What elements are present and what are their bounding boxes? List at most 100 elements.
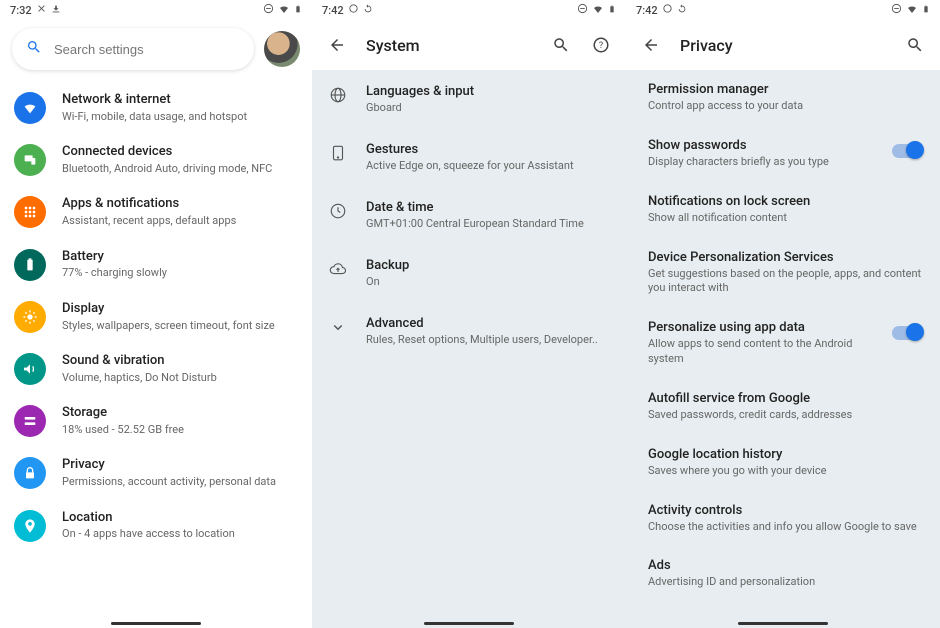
row-sub: Active Edge on, squeeze for your Assista… (366, 159, 610, 172)
battery-icon (14, 249, 46, 281)
row-sub: Assistant, recent apps, default apps (62, 214, 298, 228)
row-sub: Volume, haptics, Do Not Disturb (62, 371, 298, 385)
settings-item-sound[interactable]: Sound & vibrationVolume, haptics, Do Not… (0, 343, 312, 395)
search-button[interactable] (904, 34, 926, 56)
gesture-icon (328, 143, 348, 163)
row-sub: Saved passwords, credit cards, addresses (648, 408, 922, 423)
row-sub: Get suggestions based on the people, app… (648, 267, 922, 297)
search-row (12, 28, 300, 70)
back-button[interactable] (640, 34, 662, 56)
row-sub: 18% used - 52.52 GB free (62, 423, 298, 437)
apps-icon (14, 196, 46, 228)
chevron-down-icon (328, 317, 348, 337)
row-title: Gestures (366, 142, 610, 157)
help-button[interactable]: ? (590, 34, 612, 56)
row-title: Device Personalization Services (648, 250, 922, 265)
status-time: 7:42 (636, 4, 658, 17)
privacy-item-location-history[interactable]: Google location history Saves where you g… (626, 435, 940, 491)
row-sub: Saves where you go with your device (648, 464, 922, 479)
row-title: Show passwords (648, 138, 880, 153)
system-item-languages[interactable]: Languages & inputGboard (312, 70, 626, 128)
privacy-item-permission-manager[interactable]: Permission managerControl app access to … (626, 70, 940, 126)
privacy-item-activity-controls[interactable]: Activity controls Choose the activities a… (626, 491, 940, 547)
settings-item-connected[interactable]: Connected devicesBluetooth, Android Auto… (0, 134, 312, 186)
privacy-item-lock-notifications[interactable]: Notifications on lock screen Show all not… (626, 182, 940, 238)
settings-item-apps[interactable]: Apps & notificationsAssistant, recent ap… (0, 186, 312, 238)
row-title: Notifications on lock screen (648, 194, 922, 209)
row-title: Network & internet (62, 92, 298, 109)
settings-item-battery[interactable]: Battery77% - charging slowly (0, 239, 312, 291)
nav-handle[interactable] (738, 622, 828, 625)
globe-icon (328, 85, 348, 105)
dnd-icon (891, 3, 902, 17)
settings-list: Network & internetWi-Fi, mobile, data us… (0, 78, 312, 628)
toggle-personalize-app-data[interactable] (892, 326, 922, 340)
system-item-advanced[interactable]: AdvancedRules, Reset options, Multiple u… (312, 302, 626, 360)
privacy-item-show-passwords[interactable]: Show passwords Display characters briefly… (626, 126, 940, 182)
row-sub: Show all notification content (648, 211, 922, 226)
privacy-item-personalize-app-data[interactable]: Personalize using app dataAllow apps to … (626, 308, 940, 379)
row-sub: Choose the activities and info you allow… (648, 520, 922, 535)
row-title: Personalize using app data (648, 320, 880, 335)
dnd-icon (263, 3, 274, 17)
search-icon (26, 39, 42, 59)
back-button[interactable] (326, 34, 348, 56)
system-item-datetime[interactable]: Date & timeGMT+01:00 Central European St… (312, 186, 626, 244)
battery-icon (294, 3, 302, 18)
battery-icon (922, 3, 930, 18)
status-bar: 7:42 (312, 0, 626, 20)
row-title: Apps & notifications (62, 196, 298, 213)
system-screen: 7:42 System ? Languages & inputGboard Ge… (312, 0, 626, 628)
system-list: Languages & inputGboard Gestures Active E… (312, 70, 626, 628)
storage-icon (14, 405, 46, 437)
search-button[interactable] (550, 34, 572, 56)
search-field[interactable] (12, 28, 254, 70)
settings-item-privacy[interactable]: PrivacyPermissions, account activity, pe… (0, 447, 312, 499)
settings-item-display[interactable]: DisplayStyles, wallpapers, screen timeou… (0, 291, 312, 343)
nav-handle[interactable] (424, 622, 514, 625)
profile-avatar[interactable] (264, 31, 300, 67)
row-sub: On (366, 275, 610, 288)
settings-item-location[interactable]: LocationOn - 4 apps have access to locat… (0, 500, 312, 552)
wifi-icon (14, 92, 46, 124)
sync-icon (677, 4, 687, 17)
search-input[interactable] (54, 42, 240, 57)
settings-item-network[interactable]: Network & internetWi-Fi, mobile, data us… (0, 82, 312, 134)
privacy-item-device-personalization[interactable]: Device Personalization Services Get sugge… (626, 238, 940, 309)
row-title: Battery (62, 249, 298, 266)
status-time: 7:32 (10, 4, 32, 17)
row-sub: On - 4 apps have access to location (62, 527, 298, 541)
row-title: Location (62, 510, 298, 527)
brightness-icon (14, 301, 46, 333)
settings-item-storage[interactable]: Storage18% used - 52.52 GB free (0, 395, 312, 447)
row-sub: Display characters briefly as you type (648, 155, 880, 170)
page-title: Privacy (680, 36, 886, 55)
location-icon (14, 510, 46, 542)
page-title: System (366, 36, 532, 55)
system-item-gestures[interactable]: Gestures Active Edge on, squeeze for your… (312, 128, 626, 186)
row-sub: Advertising ID and personalization (648, 575, 922, 590)
volume-icon (14, 353, 46, 385)
status-bar: 7:32 (0, 0, 312, 20)
row-title: Advanced (366, 316, 610, 331)
download-icon (51, 4, 61, 17)
battery-icon (608, 3, 616, 18)
row-title: Google location history (648, 447, 922, 462)
privacy-item-autofill[interactable]: Autofill service from GoogleSaved passwo… (626, 379, 940, 435)
privacy-item-ads[interactable]: AdsAdvertising ID and personalization (626, 546, 940, 602)
wifi-icon (278, 3, 290, 18)
sync-icon (363, 4, 373, 17)
row-sub: Styles, wallpapers, screen timeout, font… (62, 319, 298, 333)
settings-main-screen: 7:32 Network & internetWi-Fi, mobile, da… (0, 0, 312, 628)
row-title: Activity controls (648, 503, 922, 518)
system-item-backup[interactable]: Backup On (312, 244, 626, 302)
row-sub: Permissions, account activity, personal … (62, 475, 298, 489)
devices-icon (14, 144, 46, 176)
row-title: Languages & input (366, 84, 610, 99)
privacy-list: Permission managerControl app access to … (626, 70, 940, 628)
dnd-icon (577, 3, 588, 17)
svg-text:?: ? (599, 41, 603, 51)
toggle-show-passwords[interactable] (892, 144, 922, 158)
row-title: Backup (366, 258, 610, 273)
nav-handle[interactable] (111, 622, 201, 625)
